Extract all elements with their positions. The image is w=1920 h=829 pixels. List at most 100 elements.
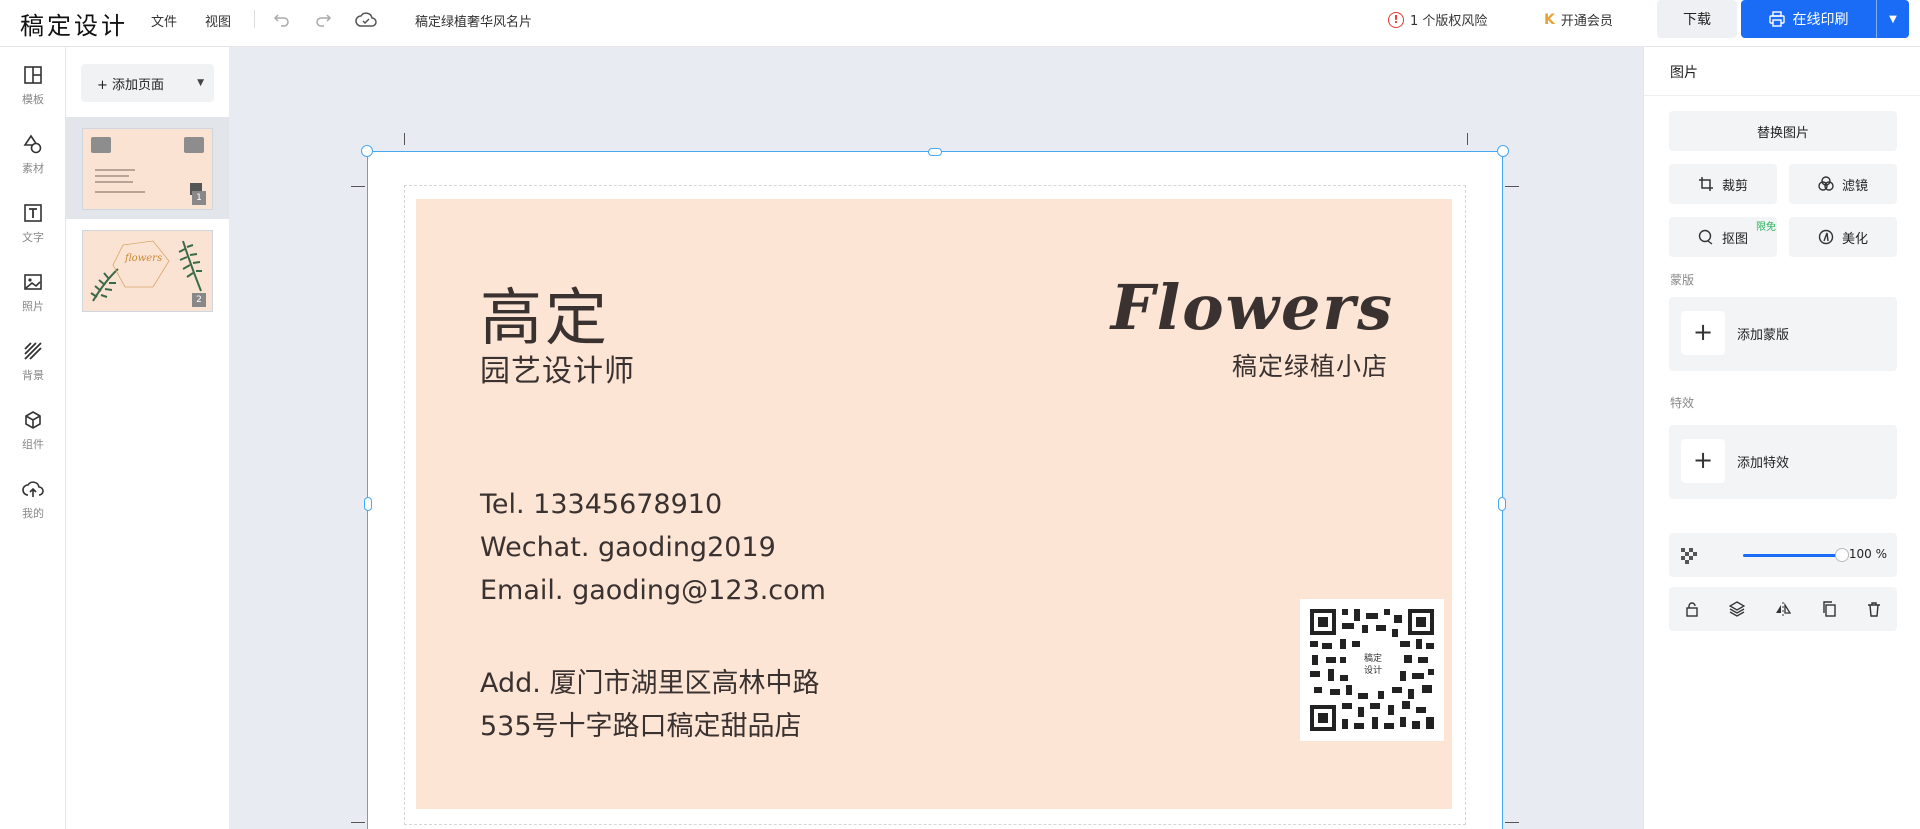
toolbar-divider xyxy=(254,10,255,28)
add-effect-button[interactable]: + 添加特效 xyxy=(1669,425,1897,499)
tool-template[interactable]: 模板 xyxy=(0,65,66,107)
crop-mark xyxy=(1505,186,1519,187)
card-subtitle[interactable]: 园艺设计师 xyxy=(480,346,635,390)
cutout-button[interactable]: 抠图 限免 xyxy=(1669,217,1777,257)
cutout-icon xyxy=(1698,229,1713,245)
app-logo[interactable]: 稿定设计 xyxy=(20,6,128,41)
replace-image-button[interactable]: 替换图片 xyxy=(1669,111,1897,151)
business-card-page[interactable]: 高定 园艺设计师 Flowers 稿定绿植小店 Tel. 13345678910… xyxy=(361,145,1509,829)
tool-text-label: 文字 xyxy=(22,231,44,244)
add-mask-label: 添加蒙版 xyxy=(1737,328,1790,343)
page-thumb-1[interactable]: 1 xyxy=(66,117,229,219)
print-label: 在线印刷 xyxy=(1792,12,1849,28)
card-email[interactable]: Email. gaoding@123.com xyxy=(480,575,826,606)
card-brand[interactable]: Flowers xyxy=(1111,271,1394,344)
tool-photo[interactable]: 照片 xyxy=(0,272,66,314)
menu-view[interactable]: 视图 xyxy=(205,11,231,30)
tool-component[interactable]: 组件 xyxy=(0,410,66,452)
vip-link[interactable]: K 开通会员 xyxy=(1544,10,1613,30)
download-button[interactable]: 下载 xyxy=(1657,0,1737,38)
tool-mine-label: 我的 xyxy=(22,507,44,520)
template-icon xyxy=(0,65,66,89)
add-mask-button[interactable]: + 添加蒙版 xyxy=(1669,297,1897,371)
component-icon xyxy=(0,410,66,434)
page-number-badge: 2 xyxy=(192,293,206,307)
properties-panel: 图片 替换图片 裁剪 滤镜 抠图 限免 美化 蒙版 + 添加蒙版 特效 + 添加特… xyxy=(1643,47,1920,829)
panel-divider xyxy=(1644,95,1920,96)
flip-icon[interactable] xyxy=(1775,601,1791,617)
vip-label: 开通会员 xyxy=(1560,14,1613,29)
crop-button[interactable]: 裁剪 xyxy=(1669,164,1777,204)
thumb-text-line xyxy=(95,181,133,183)
opacity-track[interactable] xyxy=(1743,554,1841,557)
plus-icon: + xyxy=(1681,311,1725,355)
filter-label: 滤镜 xyxy=(1841,178,1868,194)
tool-photo-label: 照片 xyxy=(22,300,44,313)
qr-code[interactable]: 稿定 设计 xyxy=(1300,599,1444,741)
tool-background-label: 背景 xyxy=(22,369,44,382)
card-wechat[interactable]: Wechat. gaoding2019 xyxy=(480,532,776,563)
resize-handle-right[interactable] xyxy=(1498,497,1506,511)
effect-section-label: 特效 xyxy=(1670,396,1695,410)
cutout-label-text: 抠图 xyxy=(1721,231,1748,247)
add-page-button[interactable]: + 添加页面 ▼ xyxy=(81,64,214,102)
page-number-badge: 1 xyxy=(192,191,206,205)
filter-button[interactable]: 滤镜 xyxy=(1789,164,1897,204)
resize-handle-top-right[interactable] xyxy=(1497,145,1509,157)
vip-icon: K xyxy=(1544,11,1555,28)
plus-icon: + xyxy=(1681,439,1725,483)
card-background[interactable]: 高定 园艺设计师 Flowers 稿定绿植小店 Tel. 13345678910… xyxy=(416,199,1452,809)
tool-template-label: 模板 xyxy=(22,93,44,106)
card-address-line2[interactable]: 535号十字路口稿定甜品店 xyxy=(480,704,802,743)
add-page-caret-icon[interactable]: ▼ xyxy=(197,78,204,88)
resize-handle-top-left[interactable] xyxy=(361,145,373,157)
opacity-value: 100 % xyxy=(1848,547,1887,561)
opacity-slider[interactable]: 100 % xyxy=(1669,533,1897,577)
tool-material[interactable]: 素材 xyxy=(0,134,66,176)
page-copy-icon[interactable] xyxy=(91,137,111,153)
card-address-line1[interactable]: Add. 厦门市湖里区高林中路 xyxy=(480,661,819,700)
page-delete-icon[interactable] xyxy=(184,137,204,153)
beautify-label: 美化 xyxy=(1841,231,1868,247)
print-button[interactable]: 在线印刷 ▼ xyxy=(1741,0,1909,38)
beautify-button[interactable]: 美化 xyxy=(1789,217,1897,257)
filter-icon xyxy=(1818,176,1834,191)
tool-component-label: 组件 xyxy=(22,438,44,451)
pages-panel: + 添加页面 ▼ 1 flowers 2 xyxy=(66,47,229,829)
resize-handle-top[interactable] xyxy=(928,148,942,156)
qr-center-label: 稿定 设计 xyxy=(1363,654,1382,676)
duplicate-icon[interactable] xyxy=(1821,601,1837,617)
trash-icon[interactable] xyxy=(1866,601,1882,617)
layers-icon[interactable] xyxy=(1729,601,1746,617)
redo-icon[interactable] xyxy=(312,9,334,31)
printer-icon xyxy=(1768,11,1785,27)
cloud-save-icon[interactable] xyxy=(355,9,377,31)
lock-icon[interactable] xyxy=(1684,601,1700,617)
image-icon xyxy=(0,272,66,296)
canvas-area[interactable]: 高定 园艺设计师 Flowers 稿定绿植小店 Tel. 13345678910… xyxy=(229,47,1643,829)
crop-mark xyxy=(351,186,365,187)
undo-icon[interactable] xyxy=(271,9,293,31)
replace-image-label: 替换图片 xyxy=(1756,125,1809,141)
opacity-knob[interactable] xyxy=(1835,548,1849,562)
menu-file[interactable]: 文件 xyxy=(151,11,177,30)
document-title[interactable]: 稿定绿植奢华风名片 xyxy=(415,11,532,30)
left-toolbar: 模板 素材 文字 照片 背景 组件 我的 xyxy=(0,47,66,829)
page-thumb-2[interactable]: flowers 2 xyxy=(66,219,229,321)
crop-label: 裁剪 xyxy=(1721,178,1748,194)
warning-icon: ! xyxy=(1388,11,1404,28)
card-brand-subtitle[interactable]: 稿定绿植小店 xyxy=(1232,347,1388,383)
print-dropdown-caret-icon[interactable]: ▼ xyxy=(1877,14,1909,25)
card-tel[interactable]: Tel. 13345678910 xyxy=(480,489,722,520)
resize-handle-left[interactable] xyxy=(364,497,372,511)
card-title[interactable]: 高定 xyxy=(480,267,610,357)
copyright-risk-indicator[interactable]: ! 1 个版权风险 xyxy=(1388,10,1487,29)
text-icon xyxy=(0,203,66,227)
tool-mine[interactable]: 我的 xyxy=(0,479,66,521)
add-effect-label: 添加特效 xyxy=(1737,456,1790,471)
tool-background[interactable]: 背景 xyxy=(0,341,66,383)
cutout-label: 抠图 限免 xyxy=(1721,222,1776,247)
add-page-label: + 添加页面 xyxy=(97,77,165,93)
top-bar: 稿定设计 文件 视图 稿定绿植奢华风名片 ! 1 个版权风险 K 开通会员 下载… xyxy=(0,0,1920,47)
tool-text[interactable]: 文字 xyxy=(0,203,66,245)
